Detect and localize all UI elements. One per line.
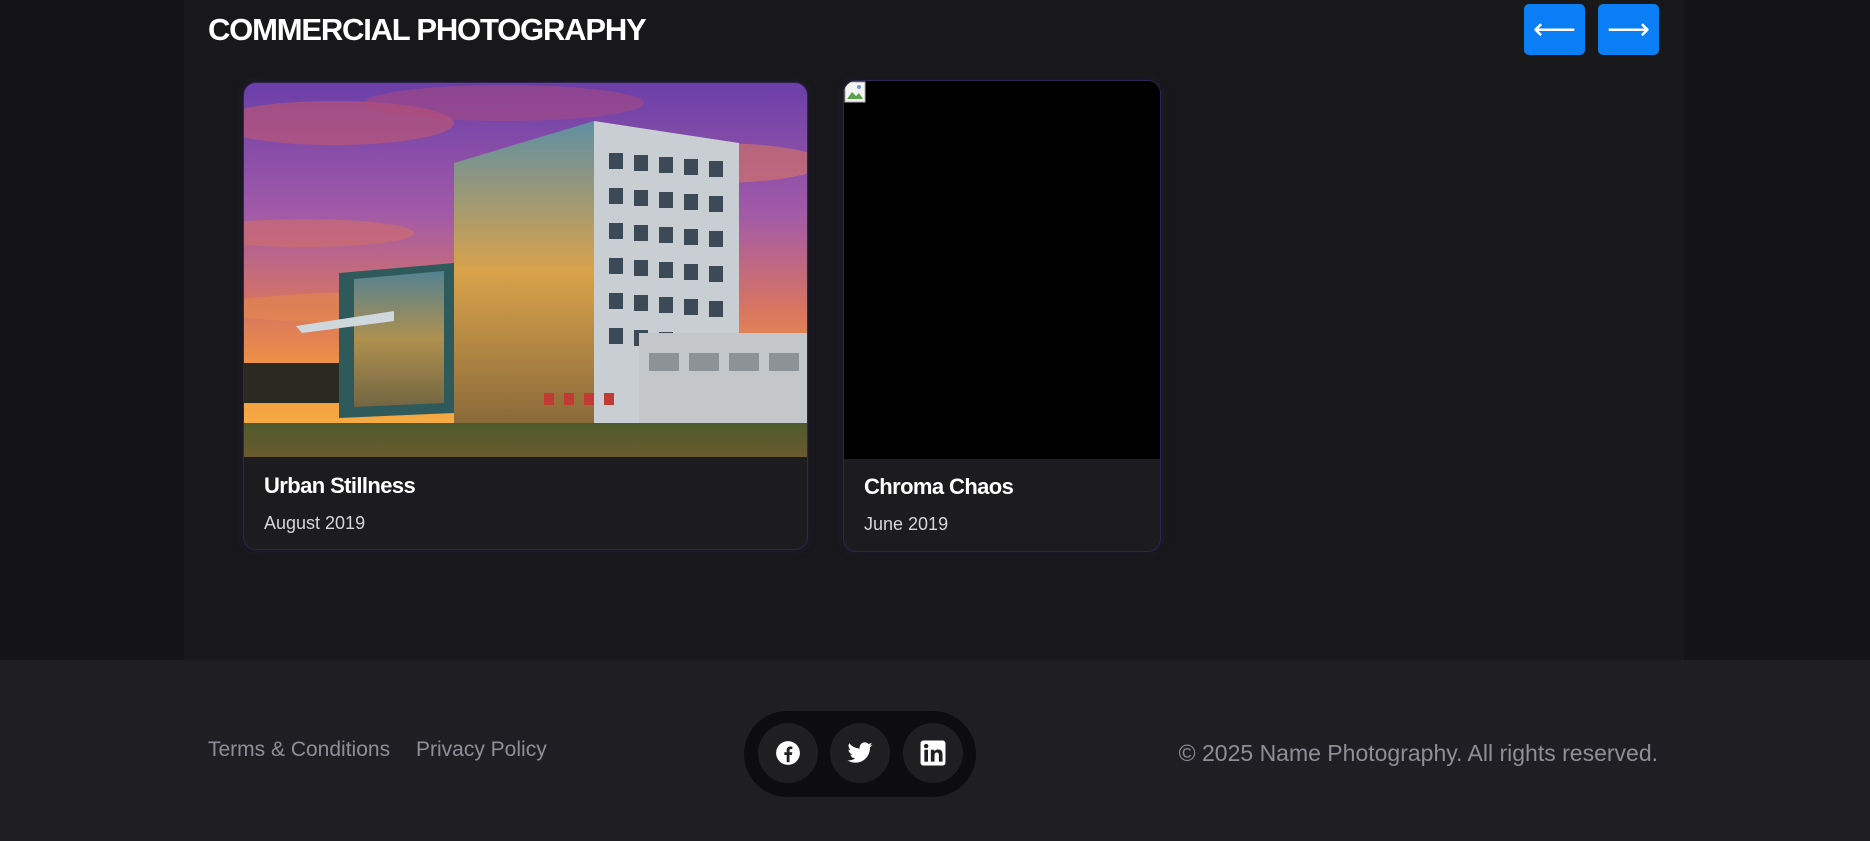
copyright-text: © 2025 Name Photography. All rights rese… [1178,740,1658,766]
carousel-prev-button[interactable]: ⟵ [1524,4,1585,55]
card-title: Urban Stillness [264,473,416,498]
twitter-icon [847,742,873,763]
card-image-urban-stillness [244,83,807,457]
linkedin-icon [920,740,946,766]
carousel-next-button[interactable]: ⟶ [1598,4,1659,55]
gallery-card[interactable]: Chroma Chaos June 2019 [844,81,1160,551]
broken-image-icon [844,81,866,103]
facebook-button[interactable] [758,723,818,783]
linkedin-button[interactable] [903,723,963,783]
twitter-button[interactable] [830,723,890,783]
card-image-chroma-chaos [844,81,1160,459]
gallery-card[interactable]: Urban Stillness August 2019 [244,83,807,549]
privacy-policy-link[interactable]: Privacy Policy [416,738,547,762]
card-date: August 2019 [264,513,366,533]
card-date: June 2019 [864,514,949,534]
facebook-icon [776,741,800,765]
terms-link[interactable]: Terms & Conditions [208,738,390,762]
section-title: COMMERCIAL PHOTOGRAPHY [208,12,647,47]
card-title: Chroma Chaos [864,474,1014,499]
